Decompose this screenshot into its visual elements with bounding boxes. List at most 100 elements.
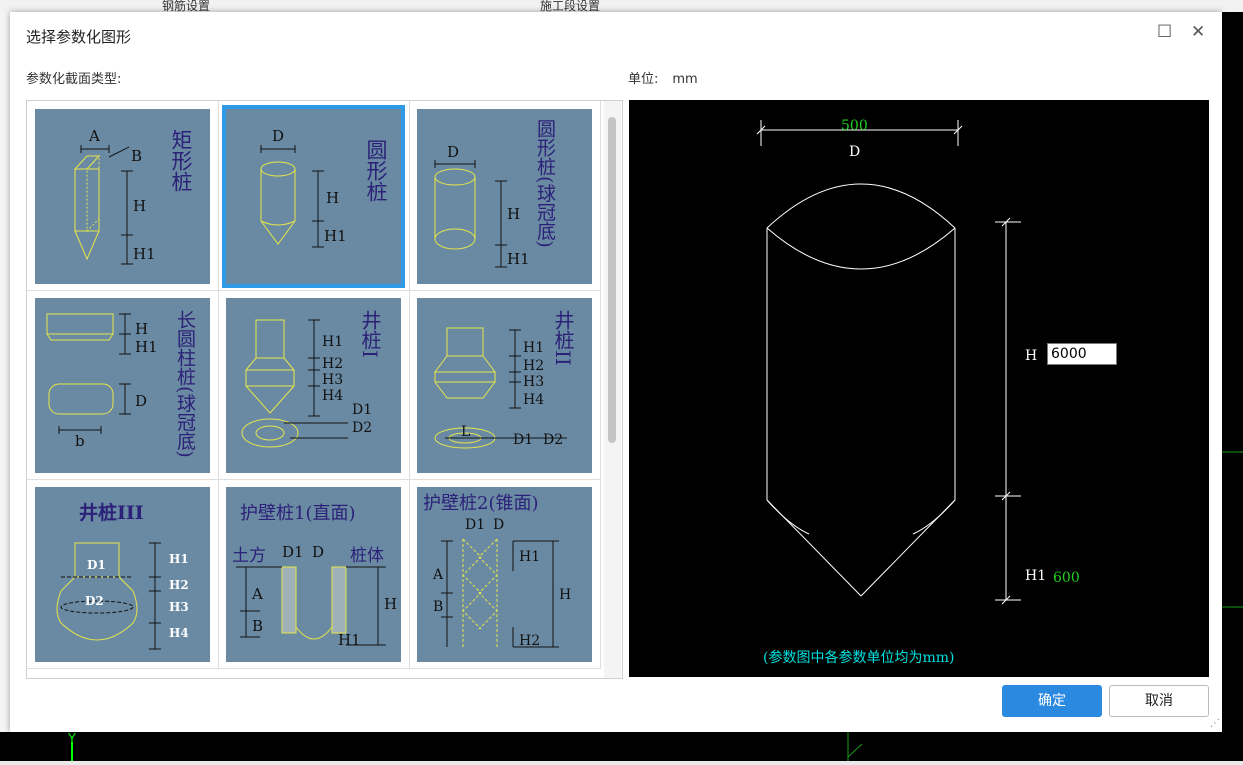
param-H1: H1 <box>133 245 156 263</box>
ok-button[interactable]: 确定 <box>1002 685 1102 717</box>
background-toolbar: 钢筋设置 施工段设置 <box>0 0 1243 13</box>
param-soil: 土方 <box>232 546 266 566</box>
param-H3: H3 <box>322 372 343 388</box>
preview-note: (参数图中各参数单位均为mm) <box>763 649 954 666</box>
param-B: B <box>433 599 443 615</box>
close-icon[interactable]: ✕ <box>1191 22 1205 42</box>
param-B: B <box>131 147 142 165</box>
param-D2: D2 <box>85 594 104 608</box>
param-H3: H3 <box>523 374 544 390</box>
shape-tile-well-pile-1[interactable]: H1 H2 H3 H4 D1 D2 井桩I <box>218 290 410 480</box>
tile-image: A B H H1 矩形桩 <box>35 109 210 284</box>
tile-image: H H1 D b 长圆柱桩(球冠底) <box>35 298 210 473</box>
tile-label: 井桩III <box>79 501 144 524</box>
dim-D-value: 500 <box>841 118 868 134</box>
param-H: H <box>559 587 571 603</box>
param-A: A <box>251 585 263 603</box>
param-H4: H4 <box>169 626 189 640</box>
param-H1: H1 <box>324 227 347 245</box>
param-H2: H2 <box>523 358 544 374</box>
shape-tile-well-pile-2[interactable]: H1 H2 H3 H4 L D1 D2 井桩II <box>409 290 601 480</box>
dim-H1-value: 600 <box>1053 570 1080 586</box>
dim-H-label: H <box>1025 348 1037 364</box>
param-H: H <box>133 197 146 215</box>
tile-image: H1 H2 H3 H4 L D1 D2 井桩II <box>417 298 592 473</box>
shape-tile-well-pile-3[interactable]: 井桩III D1 D2 H1 H2 H3 H4 <box>27 479 219 669</box>
param-H3: H3 <box>169 600 189 614</box>
param-H-input[interactable] <box>1047 343 1117 365</box>
dim-H1-label: H1 <box>1025 568 1046 584</box>
unit-value: mm <box>672 72 698 87</box>
shape-gallery[interactable]: A B H H1 矩形桩 D H H1 圆形桩 D H H1 圆形桩(球冠底) … <box>26 100 623 679</box>
unit-label: 单位: mm <box>628 68 698 87</box>
tile-label: 井桩II <box>551 310 575 366</box>
select-parametric-shape-dialog: 选择参数化图形 ☐ ✕ 参数化截面类型: 单位: mm A B H H1 矩形桩… <box>10 12 1222 732</box>
param-H2: H2 <box>519 633 540 649</box>
param-A: A <box>88 127 100 145</box>
background-canvas-right <box>1222 12 1243 732</box>
param-H: H <box>384 595 397 613</box>
tile-label: 圆形桩(球冠底) <box>534 119 556 248</box>
scrollbar-thumb[interactable] <box>608 117 616 443</box>
section-type-label: 参数化截面类型: <box>26 72 122 87</box>
unit-caption: 单位: <box>628 72 659 87</box>
shape-preview-canvas: 500 D H H1 600 (参数图中各参数单位均为mm) <box>629 100 1209 677</box>
shape-tile-oblong-pile[interactable]: H H1 D b 长圆柱桩(球冠底) <box>27 290 219 480</box>
param-pile-body: 桩体 <box>350 546 384 566</box>
shape-tile-round-pile-spherical[interactable]: D H H1 圆形桩(球冠底) <box>409 101 601 291</box>
tile-image: 护壁桩2(锥面) D1 D H1 A B H H2 <box>417 487 592 662</box>
param-D2: D2 <box>352 420 372 436</box>
param-H1: H1 <box>322 334 343 350</box>
param-D: D <box>312 543 324 561</box>
param-H1: H1 <box>507 250 530 268</box>
param-H2: H2 <box>322 356 343 372</box>
dim-D-label: D <box>849 144 860 160</box>
param-L: L <box>461 424 470 440</box>
tile-label: 矩形桩 <box>169 129 193 192</box>
tile-label: 圆形桩 <box>364 139 388 202</box>
param-H1: H1 <box>523 340 544 356</box>
shape-tile-round-pile[interactable]: D H H1 圆形桩 <box>218 101 410 291</box>
gallery-scrollbar[interactable] <box>604 101 621 678</box>
param-D1: D1 <box>87 558 106 572</box>
shape-tile-retaining-pile-1[interactable]: 护壁桩1(直面) 土方 桩体 D1 D A B H H1 <box>218 479 410 669</box>
dialog-title: 选择参数化图形 <box>26 28 132 46</box>
tile-label: 长圆柱桩(球冠底) <box>174 310 196 458</box>
tile-label: 护壁桩2(锥面) <box>423 493 539 514</box>
param-D2: D2 <box>543 432 563 448</box>
param-H1: H1 <box>169 552 189 566</box>
tile-label: 护壁桩1(直面) <box>240 503 356 524</box>
param-D1: D1 <box>282 543 304 561</box>
param-B: B <box>252 617 263 635</box>
param-D: D <box>272 127 284 145</box>
tile-image-selected: D H H1 圆形桩 <box>222 105 405 288</box>
param-D1: D1 <box>465 517 485 533</box>
param-H1: H1 <box>135 338 158 356</box>
param-D: D <box>447 143 459 161</box>
param-D: D <box>493 517 504 533</box>
shape-tile-rect-pile[interactable]: A B H H1 矩形桩 <box>27 101 219 291</box>
tile-image: D H H1 圆形桩(球冠底) <box>417 109 592 284</box>
axis-y-label: Y <box>68 732 76 747</box>
param-H: H <box>326 189 339 207</box>
param-A: A <box>432 567 444 583</box>
resize-grip-icon[interactable]: ⋰ <box>1210 718 1220 729</box>
param-b: b <box>75 432 85 450</box>
background-canvas-bottom: Y <box>0 732 1243 761</box>
param-H1: H1 <box>338 631 361 649</box>
shape-tile-retaining-pile-2[interactable]: 护壁桩2(锥面) D1 D H1 A B H H2 <box>409 479 601 669</box>
param-D1: D1 <box>513 432 533 448</box>
param-H: H <box>507 205 520 223</box>
tile-image: 井桩III D1 D2 H1 H2 H3 H4 <box>35 487 210 662</box>
maximize-icon[interactable]: ☐ <box>1157 22 1172 42</box>
param-H2: H2 <box>169 578 189 592</box>
tile-label: 井桩I <box>358 310 382 358</box>
tile-image: 护壁桩1(直面) 土方 桩体 D1 D A B H H1 <box>226 487 401 662</box>
param-H: H <box>135 320 148 338</box>
param-D: D <box>135 392 147 410</box>
param-H4: H4 <box>322 388 343 404</box>
cancel-button[interactable]: 取消 <box>1109 685 1209 717</box>
tile-image: H1 H2 H3 H4 D1 D2 井桩I <box>226 298 401 473</box>
param-D1: D1 <box>352 402 372 418</box>
param-H4: H4 <box>523 392 544 408</box>
